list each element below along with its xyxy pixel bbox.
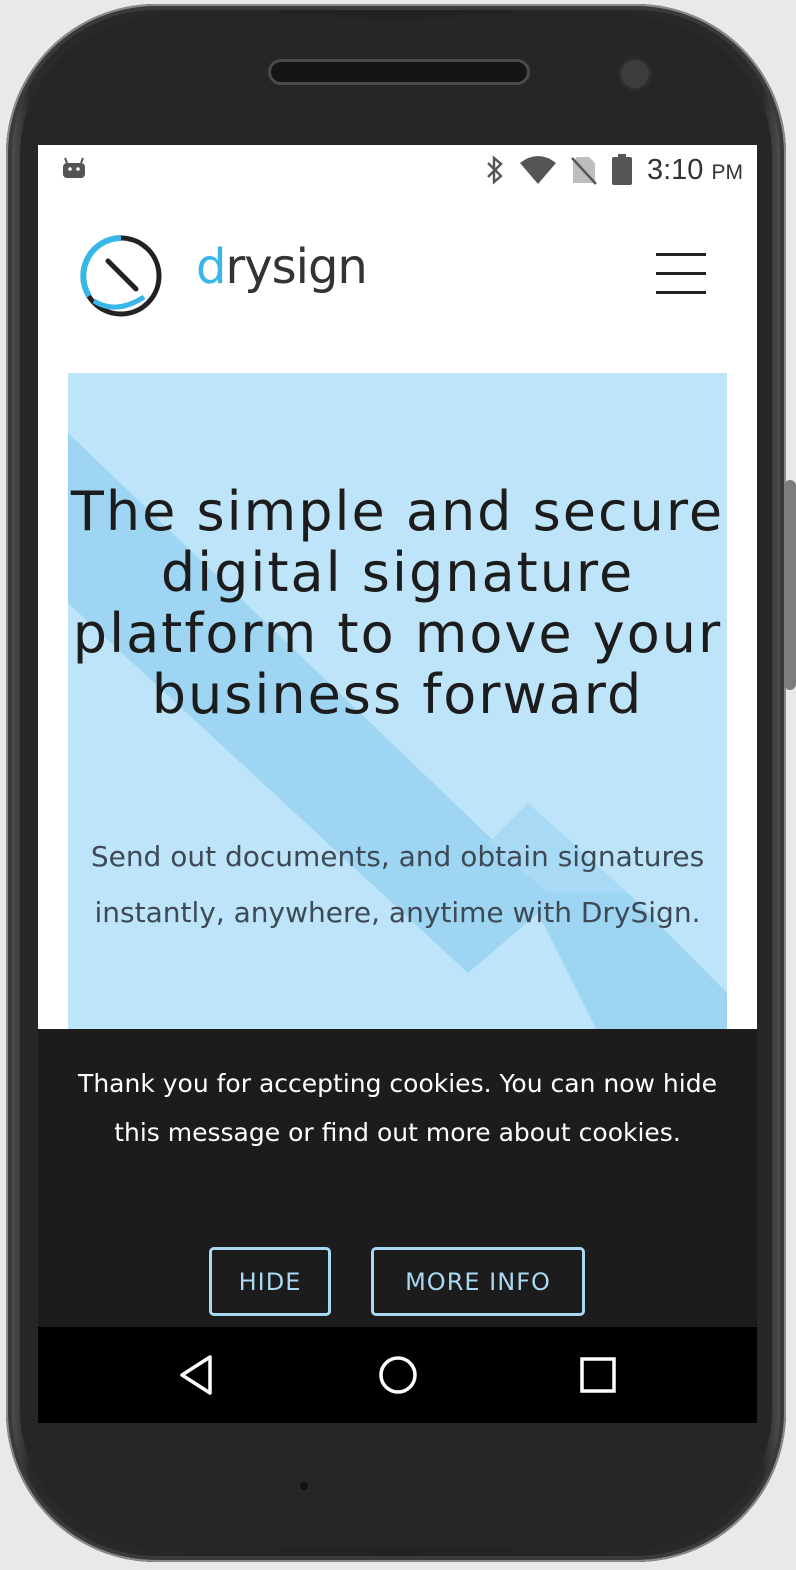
drysign-logo-text[interactable]: drysign [196, 239, 368, 295]
earpiece-speaker [268, 59, 530, 85]
status-bar: 3:10 PM [38, 145, 757, 195]
phone-screen: 3:10 PM drysign The simple and secure di… [38, 145, 757, 1423]
recents-icon[interactable] [576, 1353, 620, 1397]
back-icon[interactable] [176, 1353, 220, 1397]
status-icons-group: 3:10 PM [485, 151, 743, 189]
bluetooth-icon [487, 155, 503, 185]
clock: 3:10 PM [646, 153, 743, 186]
battery-icon [611, 154, 632, 185]
android-debug-icon [63, 157, 85, 178]
hero-title: The simple and secure digital signature … [70, 480, 725, 726]
side-volume-button [784, 480, 796, 690]
front-camera [618, 57, 652, 91]
hamburger-menu-icon[interactable] [656, 253, 706, 297]
more-info-button[interactable]: MORE INFO [371, 1247, 585, 1316]
hero-subtitle: Send out documents, and obtain signature… [90, 840, 705, 929]
hide-button[interactable]: HIDE [209, 1247, 331, 1316]
site-header: drysign [38, 195, 757, 370]
cookie-message: Thank you for accepting cookies. You can… [78, 1069, 717, 1147]
android-navigation-bar [38, 1327, 757, 1423]
cookie-banner: Thank you for accepting cookies. You can… [38, 1029, 757, 1329]
no-sim-icon [571, 157, 597, 185]
drysign-logo-icon[interactable] [76, 231, 166, 321]
hero-banner: The simple and secure digital signature … [68, 373, 727, 1033]
microphone-hole [300, 1482, 308, 1490]
wifi-icon [519, 156, 556, 184]
home-icon[interactable] [376, 1353, 420, 1397]
